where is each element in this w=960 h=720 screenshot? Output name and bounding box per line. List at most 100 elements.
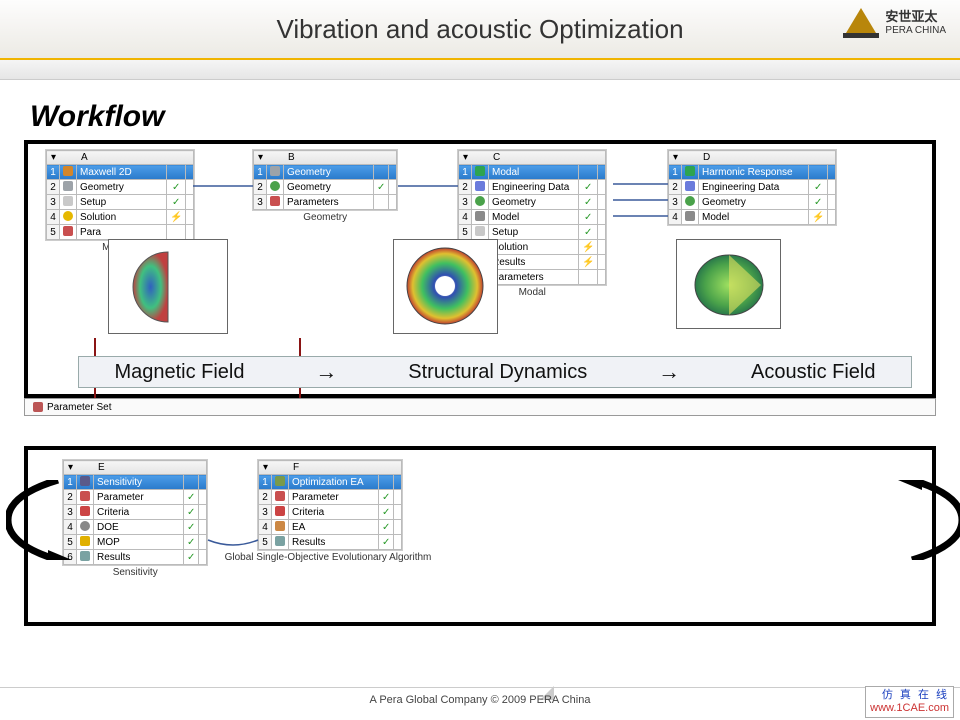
slide-title: Vibration and acoustic Optimization (276, 14, 683, 45)
watermark: 仿 真 在 线 www.1CAE.com (865, 686, 954, 718)
footer-text: A Pera Global Company © 2009 PERA China (370, 694, 591, 706)
cell-f5: Results (289, 535, 379, 550)
label-b: Geometry (253, 212, 397, 223)
flow-labels: Magnetic Field → Structural Dynamics → A… (78, 356, 912, 388)
col-a: A (81, 152, 88, 163)
cell-f4: EA (289, 520, 379, 535)
cell-e4: DOE (94, 520, 184, 535)
cell-d4: Model (699, 210, 809, 225)
preview-modal-icon (403, 244, 488, 329)
setup-icon (63, 196, 73, 206)
maxwell-icon (63, 166, 73, 176)
cell-c6: Solution (489, 240, 579, 255)
mop-icon (80, 536, 90, 546)
logo-main: 安世亚太 (885, 10, 946, 24)
engdata-icon (475, 181, 485, 191)
engdata-icon (685, 181, 695, 191)
cell-e6: Results (94, 550, 184, 565)
cell-b1: Geometry (284, 165, 374, 180)
parameter-set-label: Parameter Set (47, 402, 111, 413)
criteria-icon (275, 506, 285, 516)
criteria-icon (80, 506, 90, 516)
cell-f2: Parameter (289, 490, 379, 505)
label-f: Global Single-Objective Evolutionary Alg… (208, 552, 448, 563)
footer: A Pera Global Company © 2009 PERA China (0, 687, 960, 706)
geometry-icon (63, 181, 73, 191)
workflow-top-box: ▾ A 1Maxwell 2D 2Geometry✓ 3Setup✓ 4Solu… (24, 140, 936, 398)
logo-text: 安世亚太 PERA CHINA (885, 10, 946, 35)
parameters-icon (270, 196, 280, 206)
col-f: F (293, 462, 299, 473)
parameter-icon (80, 491, 90, 501)
system-a-table: ▾ A 1Maxwell 2D 2Geometry✓ 3Setup✓ 4Solu… (46, 150, 194, 240)
geometry-icon (475, 196, 485, 206)
cell-e2: Parameter (94, 490, 184, 505)
cell-d3: Geometry (699, 195, 809, 210)
cell-c5: Setup (489, 225, 579, 240)
parameter-set-icon (33, 402, 43, 412)
cell-c7: Results (489, 255, 579, 270)
dm-icon (270, 181, 280, 191)
cell-c3: Geometry (489, 195, 579, 210)
content-area: Workflow ▾ A 1Maxwell 2D 2Geometry✓ 3Set… (0, 80, 960, 626)
cell-d1: Harmonic Response (699, 165, 809, 180)
flow-label-1: Magnetic Field (114, 361, 244, 384)
model-icon (475, 211, 485, 221)
arrow-icon: → (658, 359, 680, 385)
results-icon (80, 551, 90, 561)
arrow-icon: → (315, 359, 337, 385)
section-title: Workflow (30, 100, 936, 134)
cell-a2: Geometry (77, 180, 167, 195)
system-e: ▾ E 1Sensitivity 2Parameter✓ 3Criteria✓ … (63, 460, 207, 578)
cell-f3: Criteria (289, 505, 379, 520)
col-d: D (703, 152, 710, 163)
flow-label-2: Structural Dynamics (408, 361, 587, 384)
cell-a4: Solution (77, 210, 167, 225)
preview-harmonic-icon (689, 247, 769, 322)
watermark-title: 仿 真 在 线 (870, 689, 949, 702)
cell-a1: Maxwell 2D (77, 165, 167, 180)
cell-a5: Para (77, 225, 167, 240)
geometry-icon (685, 196, 695, 206)
model-icon (685, 211, 695, 221)
parameter-set-bar: Parameter Set (24, 398, 936, 416)
logo-triangle-icon (843, 8, 879, 38)
cell-e1: Sensitivity (94, 475, 184, 490)
cell-e5: MOP (94, 535, 184, 550)
parameter-icon (275, 491, 285, 501)
results-icon (275, 536, 285, 546)
harmonic-icon (685, 166, 695, 176)
ea-icon (275, 521, 285, 531)
workflow-bottom-box: ▾ E 1Sensitivity 2Parameter✓ 3Criteria✓ … (24, 446, 936, 626)
cell-c4: Model (489, 210, 579, 225)
cell-c1: Modal (489, 165, 579, 180)
cell-f1: Optimization EA (289, 475, 379, 490)
sensitivity-icon (80, 476, 90, 486)
cell-c2: Engineering Data (489, 180, 579, 195)
col-b: B (288, 152, 295, 163)
cell-e3: Criteria (94, 505, 184, 520)
system-a: ▾ A 1Maxwell 2D 2Geometry✓ 3Setup✓ 4Solu… (46, 150, 194, 253)
system-f: ▾ F 1Optimization EA 2Parameter✓ 3Criter… (258, 460, 448, 563)
solution-icon (63, 211, 73, 221)
cell-b2: Geometry (284, 180, 374, 195)
doe-icon (80, 521, 90, 531)
loop-arrow-left-icon (6, 480, 76, 560)
preview-harmonic (676, 239, 781, 329)
preview-modal (393, 239, 498, 334)
watermark-url: www.1CAE.com (870, 702, 949, 715)
geometry-icon (270, 166, 280, 176)
preview-maxwell (108, 239, 228, 334)
cell-b3: Parameters (284, 195, 374, 210)
system-b-table: ▾ B 1Geometry 2Geometry✓ 3Parameters (253, 150, 397, 210)
logo-sub: PERA CHINA (885, 25, 946, 36)
optimization-icon (275, 476, 285, 486)
company-logo: 安世亚太 PERA CHINA (843, 8, 946, 38)
system-d: ▾ D 1Harmonic Response 2Engineering Data… (668, 150, 836, 225)
preview-maxwell-icon (123, 247, 213, 327)
cell-c8: Parameters (489, 270, 579, 285)
system-f-table: ▾ F 1Optimization EA 2Parameter✓ 3Criter… (258, 460, 402, 550)
cell-d2: Engineering Data (699, 180, 809, 195)
parameters-icon (63, 226, 73, 236)
cell-a3: Setup (77, 195, 167, 210)
